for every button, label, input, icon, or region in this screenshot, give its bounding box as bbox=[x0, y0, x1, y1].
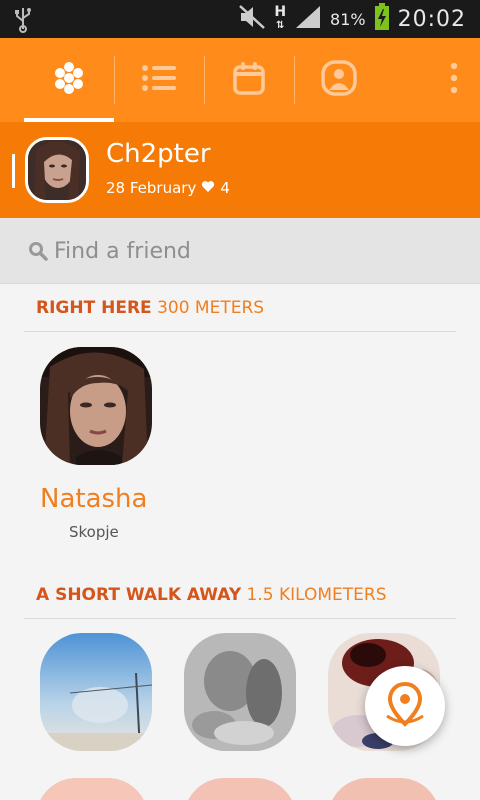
location-pin-icon bbox=[383, 680, 427, 732]
profile-badge-icon bbox=[321, 60, 357, 100]
section-label: RIGHT HERE bbox=[36, 298, 152, 318]
avatar[interactable] bbox=[25, 137, 89, 203]
selection-indicator bbox=[12, 154, 15, 188]
tab-bar bbox=[0, 38, 480, 122]
signal-icon bbox=[294, 4, 322, 34]
section-header-right-here: RIGHT HERE 300 METERS bbox=[36, 298, 264, 318]
list-icon bbox=[141, 63, 177, 97]
mute-icon bbox=[238, 4, 266, 34]
tab-chapters[interactable] bbox=[24, 38, 114, 122]
chapter-title: Ch2pter bbox=[106, 139, 211, 169]
divider bbox=[24, 331, 456, 332]
section-label: A SHORT WALK AWAY bbox=[36, 585, 242, 605]
divider bbox=[24, 618, 456, 619]
friend-avatar[interactable] bbox=[40, 633, 152, 751]
chapter-meta: 28 February 4 bbox=[106, 179, 230, 197]
section-header-short-walk: A SHORT WALK AWAY 1.5 KILOMETERS bbox=[36, 585, 387, 605]
likes-count: 4 bbox=[220, 179, 230, 197]
tab-list[interactable] bbox=[114, 38, 204, 122]
calendar-icon bbox=[233, 61, 265, 99]
friend-name[interactable]: Natasha bbox=[40, 484, 147, 514]
section-distance: 300 METERS bbox=[157, 298, 265, 318]
tab-profile[interactable] bbox=[294, 38, 384, 122]
search-icon bbox=[28, 241, 48, 265]
usb-icon bbox=[14, 7, 32, 37]
section-distance: 1.5 KILOMETERS bbox=[246, 585, 387, 605]
friend-avatar[interactable] bbox=[184, 633, 296, 751]
network-h-icon: H ⇅ bbox=[274, 4, 287, 31]
search-bar bbox=[0, 218, 480, 284]
friend-avatar[interactable] bbox=[184, 778, 296, 800]
battery-charging-icon bbox=[374, 3, 390, 35]
chapter-date: 28 February bbox=[106, 179, 197, 197]
tab-calendar[interactable] bbox=[204, 38, 294, 122]
honeycomb-icon bbox=[51, 61, 87, 99]
heart-icon bbox=[201, 179, 215, 197]
clock: 20:02 bbox=[397, 6, 466, 32]
friend-avatar-natasha[interactable] bbox=[40, 347, 152, 465]
nearby-location-button[interactable] bbox=[365, 666, 445, 746]
friend-city: Skopje bbox=[69, 523, 119, 541]
friend-avatar[interactable] bbox=[36, 778, 148, 800]
more-vertical-icon bbox=[450, 62, 458, 98]
status-bar: H ⇅ 81% 20:02 bbox=[0, 0, 480, 38]
search-input[interactable] bbox=[54, 232, 454, 270]
overflow-menu-button[interactable] bbox=[430, 38, 478, 122]
battery-percent: 81% bbox=[330, 9, 366, 29]
chapter-header[interactable]: Ch2pter 28 February 4 bbox=[0, 122, 480, 218]
friend-avatar[interactable] bbox=[328, 778, 440, 800]
